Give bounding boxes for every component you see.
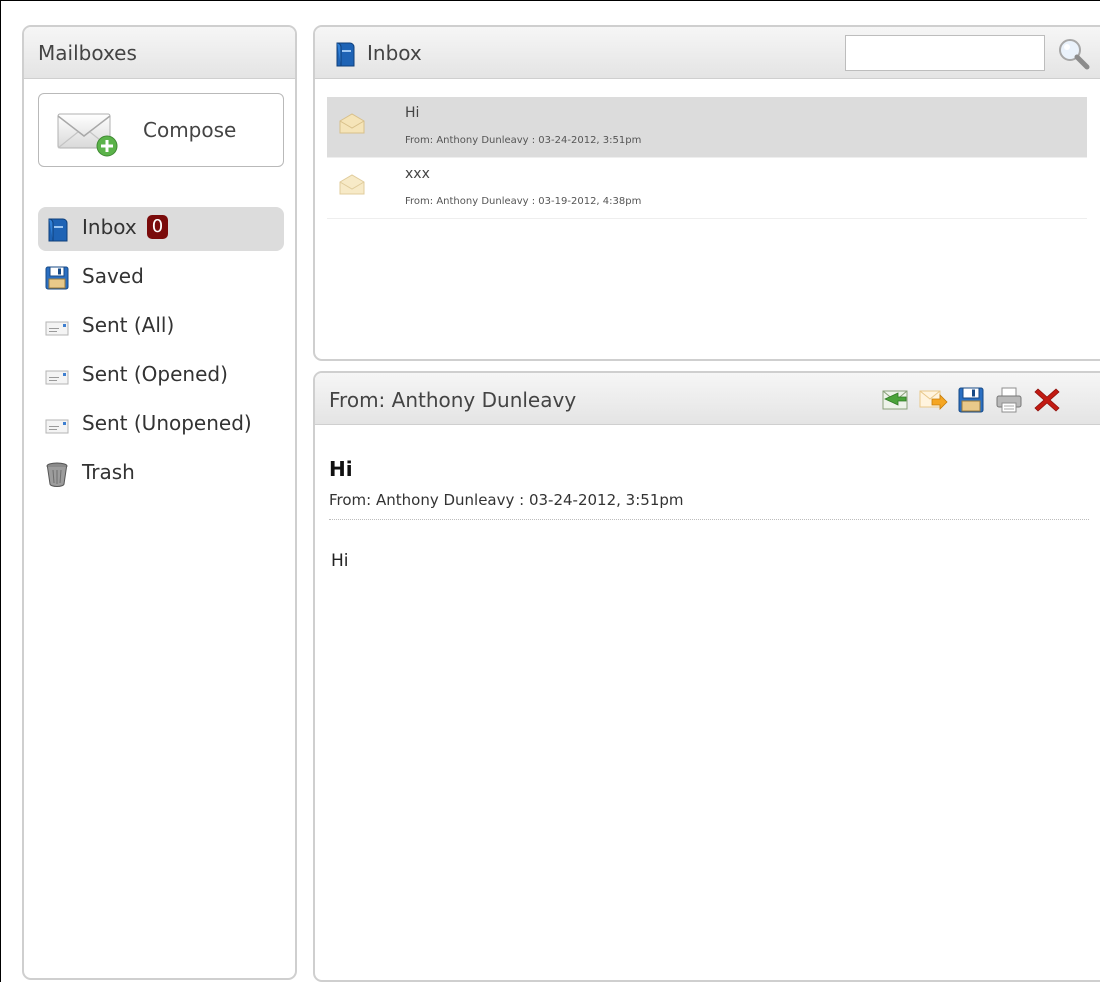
sidebar-item-label: Sent (Opened) bbox=[82, 362, 228, 386]
sidebar-item-label: Sent (Unopened) bbox=[82, 411, 252, 435]
message-row[interactable]: xxx From: Anthony Dunleavy : 03-19-2012,… bbox=[327, 158, 1087, 219]
message-body: Hi bbox=[331, 551, 349, 571]
message-view-header: From: Anthony Dunleavy bbox=[315, 373, 1100, 425]
compose-button[interactable]: Compose bbox=[38, 93, 284, 167]
message-from-line: From: Anthony Dunleavy : 03-24-2012, 3:5… bbox=[329, 491, 684, 509]
search-icon[interactable] bbox=[1055, 35, 1091, 71]
message-subject-heading: Hi bbox=[329, 457, 353, 481]
inbox-title: Inbox bbox=[367, 41, 422, 65]
sidebar-item-sent-unopened[interactable]: Sent (Unopened) bbox=[38, 403, 284, 447]
delete-icon[interactable] bbox=[1032, 385, 1062, 415]
mailbox-icon bbox=[336, 42, 355, 67]
sidebar-item-sent-opened[interactable]: Sent (Opened) bbox=[38, 354, 284, 398]
sent-letter-icon bbox=[45, 370, 69, 385]
inbox-header: Inbox bbox=[315, 27, 1100, 79]
sidebar-item-label: Inbox bbox=[82, 215, 137, 239]
sent-letter-icon bbox=[45, 419, 69, 434]
mailboxes-header: Mailboxes bbox=[24, 27, 295, 79]
sidebar-item-saved[interactable]: Saved bbox=[38, 256, 284, 300]
message-subject: xxx bbox=[405, 166, 430, 182]
mailboxes-panel: Mailboxes Compose Inbox 0 Saved Sent (Al… bbox=[22, 25, 297, 980]
sidebar-item-label: Saved bbox=[82, 264, 144, 288]
opened-envelope-icon bbox=[339, 113, 365, 134]
reply-icon[interactable] bbox=[880, 385, 910, 415]
message-meta: From: Anthony Dunleavy : 03-24-2012, 3:5… bbox=[405, 135, 642, 146]
message-meta: From: Anthony Dunleavy : 03-19-2012, 4:3… bbox=[405, 196, 642, 207]
sidebar-item-label: Trash bbox=[82, 460, 135, 484]
compose-envelope-icon bbox=[57, 113, 118, 157]
print-icon[interactable] bbox=[994, 385, 1024, 415]
trash-can-icon bbox=[46, 462, 68, 487]
save-icon[interactable] bbox=[956, 385, 986, 415]
message-subject: Hi bbox=[405, 105, 420, 121]
opened-envelope-icon bbox=[339, 174, 365, 195]
compose-label: Compose bbox=[143, 118, 237, 142]
window-border-left bbox=[0, 0, 1, 982]
message-list: Hi From: Anthony Dunleavy : 03-24-2012, … bbox=[327, 97, 1087, 219]
sidebar-item-inbox[interactable]: Inbox 0 bbox=[38, 207, 284, 251]
mailbox-list: Inbox 0 Saved Sent (All) Sent (Opened) S… bbox=[38, 207, 284, 501]
search-input[interactable] bbox=[845, 35, 1045, 71]
message-row[interactable]: Hi From: Anthony Dunleavy : 03-24-2012, … bbox=[327, 97, 1087, 158]
forward-icon[interactable] bbox=[918, 385, 948, 415]
message-divider bbox=[329, 519, 1089, 520]
message-view-title: From: Anthony Dunleavy bbox=[329, 388, 577, 412]
sidebar-item-sent-all[interactable]: Sent (All) bbox=[38, 305, 284, 349]
sidebar-item-trash[interactable]: Trash bbox=[38, 452, 284, 496]
sidebar-item-label: Sent (All) bbox=[82, 313, 175, 337]
sent-letter-icon bbox=[45, 321, 69, 336]
inbox-panel: Inbox Hi From: Anthony Dunleavy : 03-24-… bbox=[313, 25, 1100, 361]
message-view-panel: From: Anthony Dunleavy Hi From: Anthony … bbox=[313, 371, 1100, 982]
floppy-disk-icon bbox=[45, 266, 69, 290]
mailbox-icon bbox=[48, 218, 68, 242]
mailboxes-title: Mailboxes bbox=[38, 41, 137, 65]
window-border-top bbox=[0, 0, 1100, 1]
unread-count-badge: 0 bbox=[146, 215, 169, 239]
